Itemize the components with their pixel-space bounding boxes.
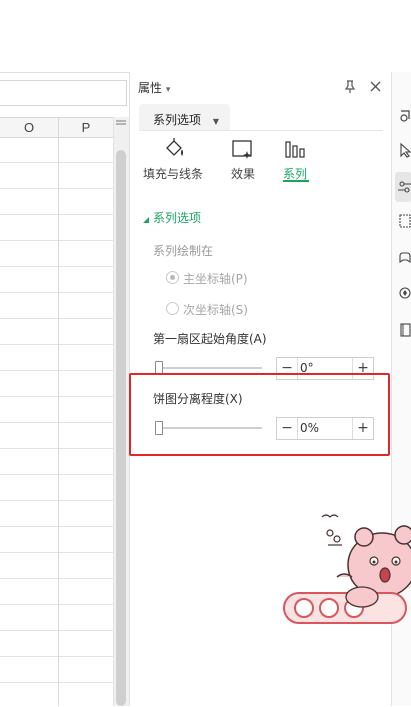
radio-selected-dot — [170, 275, 175, 280]
section-header-series-options[interactable]: ◢ 系列选项 — [143, 209, 201, 226]
formula-bar[interactable] — [0, 80, 127, 106]
grid-icon[interactable] — [398, 213, 411, 229]
secondary-axis-label: 次坐标轴(S) — [183, 303, 248, 317]
primary-axis-radio[interactable] — [166, 271, 179, 284]
cursor-icon[interactable] — [398, 142, 411, 158]
first-slice-angle-slider-track[interactable] — [156, 367, 262, 369]
pin-icon[interactable] — [343, 80, 357, 94]
tab-fill-and-line[interactable]: 填充与线条 — [143, 165, 203, 182]
divider — [139, 130, 383, 131]
cell-grid[interactable] — [0, 137, 113, 706]
effects-icon[interactable] — [231, 139, 255, 161]
location-icon[interactable] — [398, 286, 411, 302]
shapes-icon[interactable] — [398, 108, 411, 124]
cartoon-bear-sticker — [283, 514, 411, 624]
first-slice-angle-label: 第一扇区起始角度(A) — [153, 332, 267, 346]
active-tab-indicator — [283, 180, 309, 182]
tab-effects[interactable]: 效果 — [231, 165, 255, 182]
highlight-box — [129, 373, 390, 456]
paint-bucket-icon[interactable] — [162, 138, 186, 162]
settings-sliders-icon[interactable] — [398, 179, 411, 195]
column-header-row: O P — [0, 117, 113, 138]
draw-on-axis-label: 系列绘制在 — [153, 244, 214, 258]
secondary-axis-radio[interactable] — [166, 302, 179, 315]
gamepad-icon[interactable] — [398, 250, 411, 266]
caret-down-icon: ▼ — [212, 117, 219, 126]
panel-title-text: 属性 — [138, 81, 163, 95]
chevron-down-icon: ▾ — [165, 85, 171, 95]
scrollbar-thumb[interactable] — [116, 150, 126, 706]
bar-chart-icon[interactable] — [284, 140, 308, 160]
collapse-triangle-icon: ◢ — [143, 215, 150, 224]
close-icon[interactable] — [369, 80, 382, 93]
column-header-p[interactable]: P — [59, 118, 113, 137]
series-options-dropdown-label: 系列选项 ▼ — [153, 111, 219, 128]
column-header-o[interactable]: O — [0, 118, 59, 137]
series-options-dropdown-text: 系列选项 — [153, 113, 202, 127]
section-header-label: 系列选项 — [152, 211, 201, 225]
panel-title[interactable]: 属性 ▾ — [138, 79, 170, 96]
primary-axis-label: 主坐标轴(P) — [183, 272, 248, 286]
menu-lines-icon[interactable] — [115, 119, 127, 129]
book-icon[interactable] — [398, 322, 411, 338]
column-divider — [58, 137, 59, 706]
